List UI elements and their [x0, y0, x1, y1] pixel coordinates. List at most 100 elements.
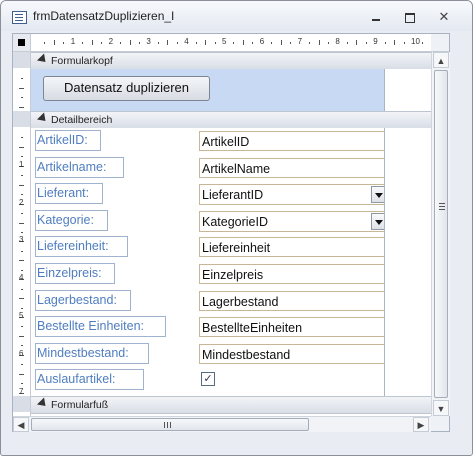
combo-box-control[interactable]: KategorieID: [199, 210, 388, 232]
ruler-tick: [19, 146, 24, 148]
ruler-tick: [327, 42, 329, 44]
ruler-tick: [280, 40, 282, 45]
minimize-button[interactable]: [365, 9, 387, 25]
ruler-number: 10: [411, 37, 420, 46]
ruler-number: 4: [184, 37, 189, 46]
control-source-label: Mindestbestand: [202, 347, 291, 362]
field-label[interactable]: Auslaufartikel:: [35, 369, 144, 391]
close-button[interactable]: ✕: [433, 9, 455, 25]
form-header-area[interactable]: Datensatz duplizieren: [31, 69, 384, 111]
field-label[interactable]: Bestellte Einheiten:: [35, 316, 166, 338]
ruler-tick: [346, 42, 348, 44]
text-box-control[interactable]: Liefereinheit: [199, 237, 386, 258]
ruler-number: 3: [19, 235, 24, 245]
scroll-left-icon: ◀: [17, 420, 25, 430]
ruler-tick: [21, 97, 23, 99]
ruler-tick: [394, 40, 396, 45]
minimize-icon: [372, 19, 380, 21]
maximize-icon: [405, 13, 415, 23]
duplicate-record-button[interactable]: Datensatz duplizieren: [43, 76, 210, 101]
ruler-tick: [214, 42, 216, 44]
field-label[interactable]: Lieferant:: [35, 183, 103, 205]
ruler-number: 1: [19, 159, 24, 169]
vertical-scrollbar[interactable]: ▲ ▼: [431, 52, 450, 416]
text-box-control[interactable]: Einzelpreis: [199, 264, 386, 284]
section-footer-bar[interactable]: Formularfuß: [31, 396, 431, 414]
ruler-tick: [167, 40, 169, 45]
horizontal-scroll-thumb[interactable]: [31, 418, 309, 431]
section-detail-bar[interactable]: Detailbereich: [31, 111, 431, 129]
horizontal-ruler[interactable]: 1 2 3 4 5 6 7 8 9 10: [31, 34, 431, 52]
ruler-tick: [19, 106, 24, 108]
ruler-tick: [365, 42, 367, 44]
scroll-up-button[interactable]: ▲: [433, 52, 449, 68]
vertical-scroll-thumb[interactable]: [434, 70, 448, 398]
control-source-label: ArtikelName: [202, 161, 271, 176]
section-header-label: Formularkopf: [51, 55, 113, 67]
close-icon: ✕: [438, 9, 450, 24]
text-box-control[interactable]: BestellteEinheiten: [199, 317, 386, 338]
ruler-tick: [19, 184, 24, 186]
control-source-label: KategorieID: [202, 214, 269, 229]
ruler-tick: [21, 326, 23, 328]
field-label[interactable]: Artikelname:: [35, 156, 124, 178]
form-canvas: Formularkopf Datensatz duplizieren Detai…: [31, 52, 431, 416]
ruler-number: 5: [222, 37, 227, 46]
size-grip[interactable]: [431, 416, 449, 431]
section-ruler-marker: [13, 111, 30, 127]
ruler-number: 8: [335, 37, 340, 46]
form-icon[interactable]: [12, 11, 27, 24]
maximize-button[interactable]: [399, 9, 421, 25]
ruler-tick: [120, 42, 122, 44]
section-header-bar[interactable]: Formularkopf: [31, 52, 431, 70]
field-label[interactable]: Mindestbestand:: [35, 342, 149, 364]
form-selector-icon: [18, 39, 25, 46]
text-box-control[interactable]: ArtikelID: [199, 131, 386, 151]
ruler-tick: [356, 40, 358, 45]
ruler-tick: [63, 42, 65, 44]
text-box-control[interactable]: ArtikelName: [199, 157, 386, 178]
control-source-label: Liefereinheit: [202, 241, 271, 256]
combo-box-control[interactable]: LieferantID: [199, 184, 388, 206]
checkbox-control[interactable]: ✓: [201, 372, 215, 387]
field-label[interactable]: ArtikelID:: [35, 130, 101, 151]
ruler-tick: [157, 42, 159, 44]
field-label[interactable]: Liefereinheit:: [35, 236, 128, 258]
control-source-label: LieferantID: [202, 188, 264, 203]
scroll-right-icon: ▶: [417, 420, 425, 430]
ruler-tick: [205, 40, 207, 45]
field-label[interactable]: Lagerbestand:: [35, 289, 131, 311]
ruler-number: 5: [19, 311, 24, 320]
form-selector-button[interactable]: [13, 34, 31, 52]
ruler-tick: [53, 40, 55, 45]
ruler-tick: [252, 42, 254, 44]
scroll-left-button[interactable]: ◀: [13, 417, 29, 432]
ruler-number: 6: [19, 348, 24, 358]
scroll-down-button[interactable]: ▼: [433, 400, 449, 416]
text-box-control[interactable]: Lagerbestand: [199, 290, 386, 311]
detail-area[interactable]: ArtikelID: ArtikelID Artikelname: ArtikelNa…: [31, 128, 388, 396]
ruler-tick: [138, 42, 140, 44]
ruler-tick: [21, 213, 23, 215]
text-box-control[interactable]: Mindestbestand: [199, 343, 386, 364]
horizontal-scrollbar[interactable]: ◀ ▶: [13, 416, 431, 432]
vertical-ruler[interactable]: 1 2 3 4 5 6 7: [13, 52, 31, 416]
ruler-number: 7: [19, 386, 24, 396]
ruler-tick: [82, 42, 84, 44]
ruler-tick: [21, 137, 23, 139]
field-label[interactable]: Einzelpreis:: [35, 263, 115, 284]
section-detail-label: Detailbereich: [51, 114, 113, 126]
ruler-number: 2: [19, 197, 24, 207]
ruler-tick: [19, 298, 24, 300]
ruler-tick: [422, 42, 424, 44]
ruler-number: 1: [70, 37, 76, 46]
ruler-tick: [19, 335, 24, 337]
title-bar[interactable]: frmDatensatzDuplizieren_I ✕: [1, 1, 472, 31]
ruler-tick: [21, 250, 23, 252]
window-title: frmDatensatzDuplizieren_I: [33, 9, 175, 23]
scroll-right-button[interactable]: ▶: [413, 417, 429, 432]
field-label[interactable]: Kategorie:: [35, 209, 108, 231]
section-arrow-icon: [36, 397, 50, 410]
ruler-tick: [19, 373, 24, 375]
ruler-tick: [19, 260, 24, 262]
